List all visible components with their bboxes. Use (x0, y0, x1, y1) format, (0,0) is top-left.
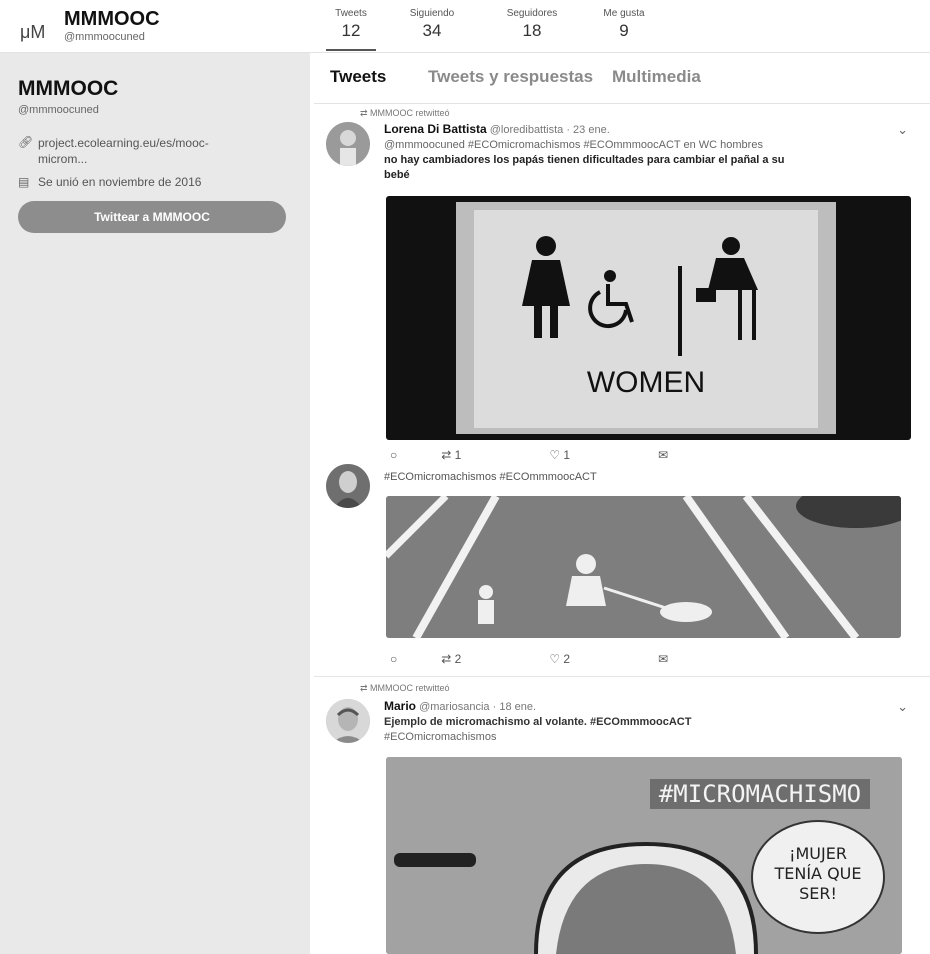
retweet-icon[interactable]: ⇄ 2 (441, 652, 505, 666)
image-hashtag: #MICROMACHISMO (659, 780, 861, 808)
stat-label: Me gusta (603, 8, 645, 19)
tab-media[interactable]: Multimedia (612, 67, 701, 87)
retweet-label: ⇄ MMMOOC retwitteó (360, 683, 450, 693)
timeline-tabs: Tweets Tweets y respuestas Multimedia (314, 53, 930, 104)
tweet-text: @mmmoocuned #ECOmicromachismos #ECOmmmoo… (384, 139, 785, 181)
avatar[interactable] (326, 699, 370, 743)
stat-tweets[interactable]: Tweets 12 (326, 8, 376, 51)
avatar[interactable] (326, 464, 370, 508)
tweet-to-button[interactable]: Twittear a MMMOOC (18, 201, 286, 233)
chevron-down-icon[interactable]: ⌄ (897, 122, 908, 138)
profile-link-text-1[interactable]: project.ecolearning.eu/es/mooc- (38, 136, 209, 150)
speech-line-3: SER! (799, 884, 837, 903)
account-name[interactable]: MMMOOC (64, 8, 160, 31)
author-name: Mario (384, 699, 417, 713)
author-handle-date: @mariosancia · 18 ene. (419, 701, 537, 713)
stat-label: Seguidores (506, 8, 558, 19)
link-icon: 🔗︎ (18, 135, 34, 149)
heart-icon[interactable]: ♡ 2 (549, 652, 614, 666)
profile-link[interactable]: 🔗︎ project.ecolearning.eu/es/mooc-microm… (18, 135, 209, 167)
retweet-icon[interactable]: ⇄ 1 (441, 448, 505, 462)
tweet-author[interactable]: Mario @mariosancia · 18 ene. (384, 699, 536, 713)
profile-handle: @mmmoocuned (18, 104, 99, 116)
speech-line-1: ¡MUJER (789, 844, 847, 863)
stat-following[interactable]: Siguiendo 34 (398, 8, 466, 41)
author-name: Lorena Di Battista (384, 122, 487, 136)
tweet-actions: ○ ⇄ 2 ♡ 2 ✉ (390, 652, 712, 666)
tweet-text: #ECOmicromachismos #ECOmmmoocACT (384, 471, 597, 483)
retweet-icon: ⇄ (360, 683, 371, 693)
sign-text: WOMEN (587, 366, 705, 399)
stat-followers[interactable]: Seguidores 18 (496, 8, 568, 41)
tweet[interactable]: ⇄ MMMOOC retwitteó Lorena Di Battista @l… (314, 104, 930, 465)
tweet-text: Ejemplo de micromachismo al volante. #EC… (384, 716, 692, 743)
speech-line-2: TENÍA QUE (773, 864, 861, 883)
profile-sidebar: MMMOOC @mmmoocuned 🔗︎ project.ecolearnin… (0, 53, 310, 954)
stat-value: 9 (619, 21, 629, 40)
chevron-down-icon[interactable]: ⌄ (897, 699, 908, 715)
avatar[interactable] (326, 122, 370, 166)
tab-tweets-replies[interactable]: Tweets y respuestas (428, 67, 593, 87)
retweet-icon: ⇄ (360, 108, 371, 118)
tweet-author[interactable]: Lorena Di Battista @loredibattista · 23 … (384, 122, 610, 136)
tweet-actions: ○ ⇄ 1 ♡ 1 ✉ (390, 448, 712, 462)
tweet-image[interactable] (386, 496, 901, 638)
calendar-icon: ▤ (18, 175, 30, 189)
tab-tweets[interactable]: Tweets (330, 67, 386, 87)
stat-label: Tweets (335, 8, 367, 19)
message-icon[interactable]: ✉ (658, 652, 668, 666)
profile-link-text-2[interactable]: microm... (38, 152, 87, 166)
stat-value: 34 (422, 21, 442, 40)
author-handle-date: @loredibattista · 23 ene. (489, 124, 610, 136)
reply-icon[interactable]: ○ (390, 652, 397, 666)
joined-text: Se unió en noviembre de 2016 (38, 175, 202, 189)
stat-value: 18 (522, 21, 542, 40)
tweet[interactable]: ⇄ MMMOOC retwitteó Mario @mariosancia · … (314, 677, 930, 954)
tweet-image[interactable]: WOMEN (386, 196, 911, 440)
reply-icon[interactable]: ○ (390, 448, 397, 462)
profile-joined: ▤ Se unió en noviembre de 2016 (18, 175, 201, 189)
tweet[interactable]: #ECOmicromachismos #ECOmmmoocACT ○ ⇄ 2 ♡… (314, 464, 930, 677)
stat-likes[interactable]: Me gusta 9 (596, 8, 652, 41)
stat-value: 12 (341, 21, 361, 40)
retweet-label: ⇄ MMMOOC retwitteó (360, 108, 450, 118)
profile-name[interactable]: MMMOOC (18, 77, 118, 101)
account-handle: @mmmoocuned (64, 31, 145, 43)
tweet-image[interactable]: #MICROMACHISMO ¡MUJER TENÍA QUE SER! (386, 757, 902, 954)
stat-label: Siguiendo (409, 8, 455, 19)
message-icon[interactable]: ✉ (658, 448, 668, 462)
account-logo[interactable]: μM (20, 22, 45, 43)
profile-header-bar: μM MMMOOC @mmmoocuned Tweets 12 Siguiend… (0, 0, 930, 53)
heart-icon[interactable]: ♡ 1 (549, 448, 614, 462)
